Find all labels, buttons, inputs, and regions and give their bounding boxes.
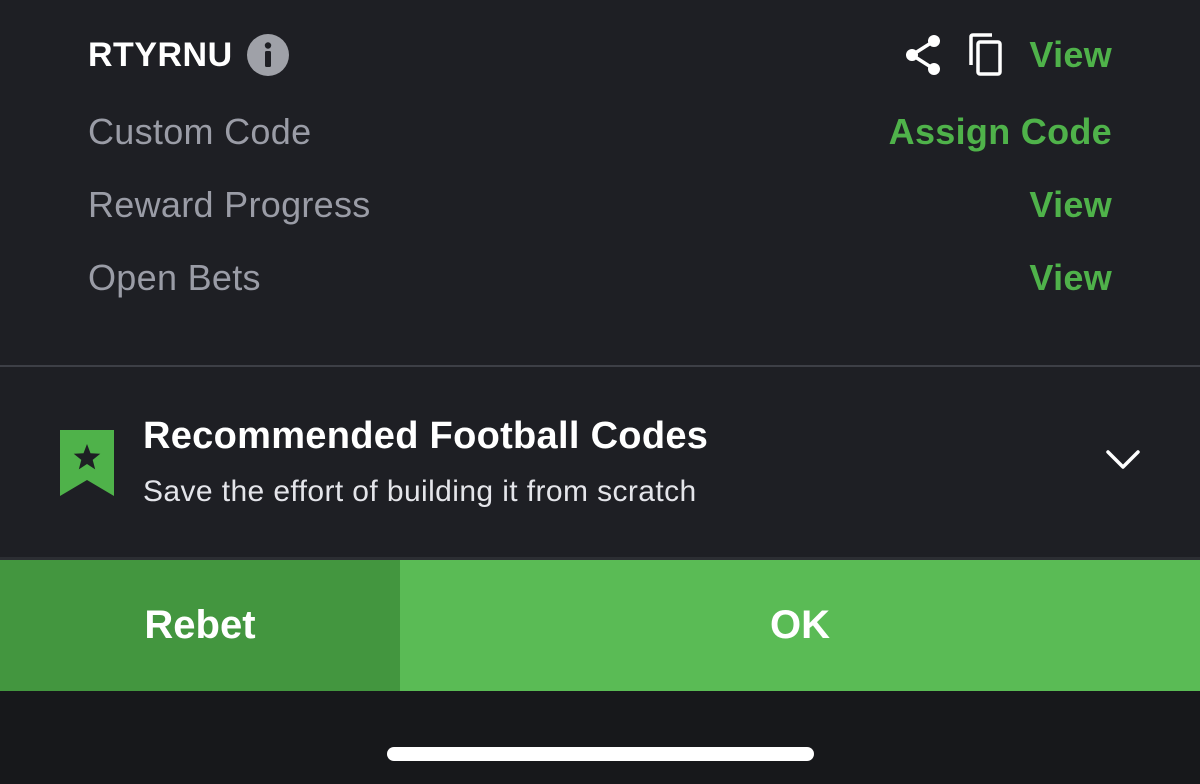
ok-button[interactable]: OK (400, 560, 1200, 691)
assign-code-link[interactable]: Assign Code (889, 111, 1112, 153)
custom-code-label: Custom Code (88, 111, 312, 152)
chevron-down-icon[interactable] (1104, 447, 1142, 473)
view-open-bets-link[interactable]: View (1029, 257, 1112, 299)
booking-code-actions: View (901, 32, 1112, 78)
reward-progress-row: Reward Progress View (88, 181, 1112, 229)
view-booking-code-link[interactable]: View (1029, 34, 1112, 76)
rebet-button[interactable]: Rebet (0, 560, 400, 691)
info-icon[interactable] (246, 34, 289, 76)
bookmark-star-icon (60, 430, 114, 496)
share-icon[interactable] (901, 32, 945, 78)
open-bets-label: Open Bets (88, 257, 261, 298)
rebet-button-label: Rebet (144, 603, 256, 647)
recommended-codes-section[interactable]: Recommended Football Codes Save the effo… (0, 367, 1200, 558)
home-indicator[interactable] (387, 747, 814, 761)
booking-code-row: RTYRNU View (88, 30, 1112, 80)
view-reward-progress-link[interactable]: View (1029, 184, 1112, 226)
booking-code: RTYRNU (88, 35, 233, 74)
custom-code-row: Custom Code Assign Code (88, 108, 1112, 156)
recommended-subtitle: Save the effort of building it from scra… (143, 475, 697, 508)
open-bets-row: Open Bets View (88, 254, 1112, 302)
reward-progress-label: Reward Progress (88, 184, 371, 225)
booking-code-group: RTYRNU (88, 34, 289, 76)
booking-code-panel: RTYRNU View Custom Code Assign Code Rewa… (0, 0, 1200, 366)
copy-icon[interactable] (965, 32, 1009, 78)
ok-button-label: OK (770, 603, 830, 647)
bottom-safe-area (0, 691, 1200, 784)
recommended-title: Recommended Football Codes (143, 415, 709, 457)
